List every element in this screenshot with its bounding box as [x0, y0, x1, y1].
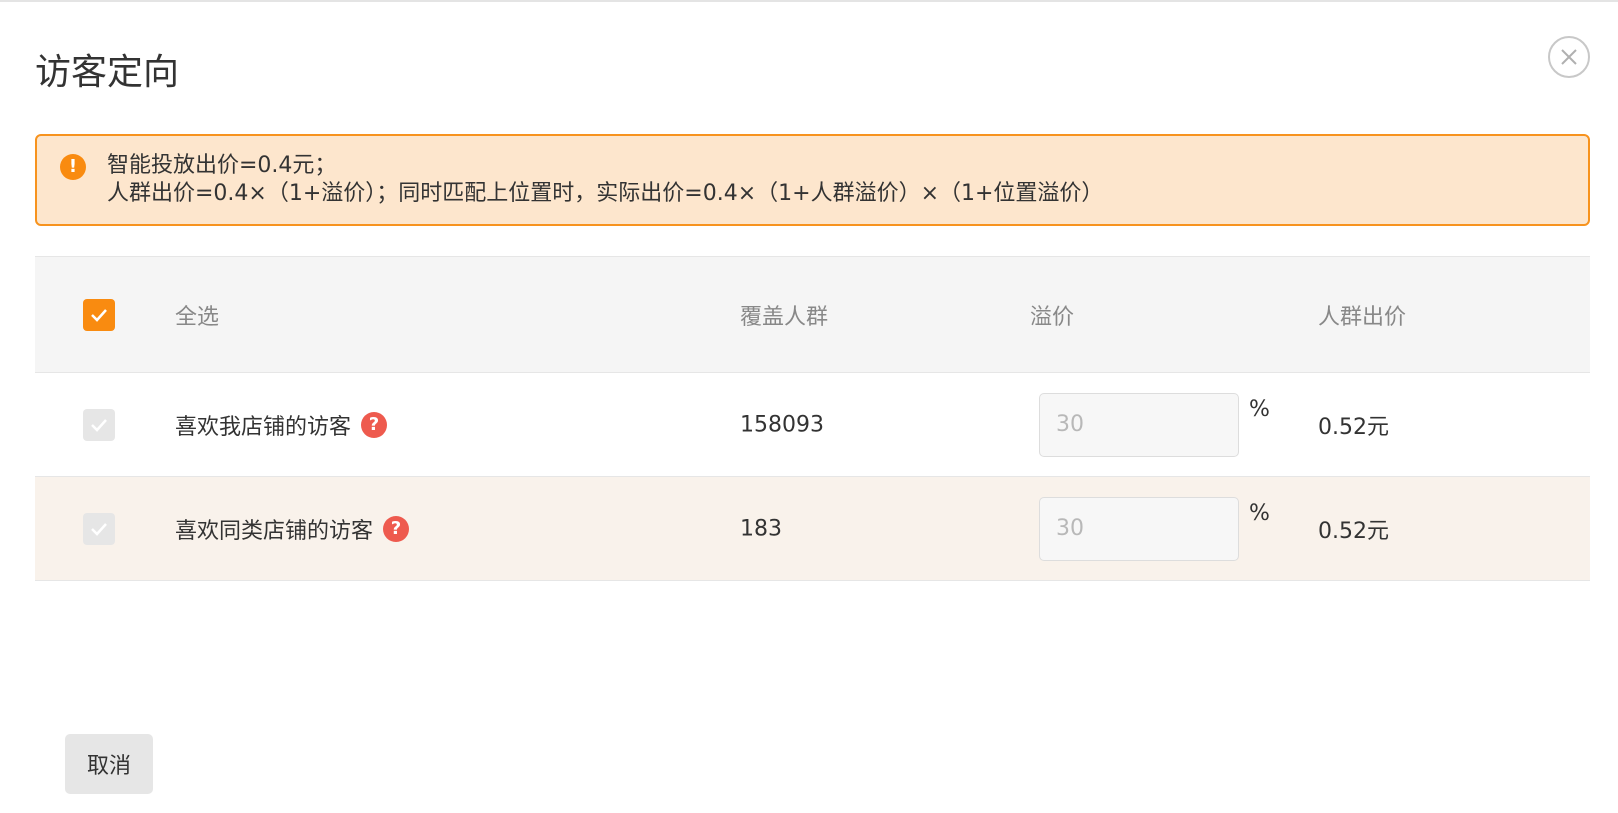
- select-all-label: 全选: [175, 304, 220, 330]
- audience-bid: 0.52元: [1318, 518, 1389, 544]
- table-header: 全选 覆盖人群 溢价 人群出价: [35, 256, 1590, 373]
- check-icon: [91, 308, 107, 322]
- column-header-bid: 人群出价: [1318, 304, 1407, 330]
- check-icon: [91, 522, 107, 536]
- dialog-title: 访客定向: [35, 52, 180, 93]
- premium-field: %: [1039, 496, 1270, 561]
- audience-cover: 183: [740, 516, 782, 541]
- audience-table: 全选 覆盖人群 溢价 人群出价 喜欢我店铺的访客 ? 158093 % 0.52…: [35, 256, 1590, 581]
- premium-field: %: [1039, 392, 1270, 457]
- row-checkbox[interactable]: [83, 408, 115, 441]
- help-icon[interactable]: ?: [383, 515, 410, 542]
- bid-notice-banner: ! 智能投放出价=0.4元； 人群出价=0.4×（1+溢价）；同时匹配上位置时，…: [35, 134, 1590, 226]
- column-header-premium: 溢价: [1030, 304, 1075, 330]
- cancel-button[interactable]: 取消: [65, 734, 153, 794]
- select-all-checkbox[interactable]: [83, 298, 115, 331]
- audience-name: 喜欢同类店铺的访客 ?: [175, 513, 410, 545]
- table-row: 喜欢同类店铺的访客 ? 183 % 0.52元: [35, 477, 1590, 581]
- row-checkbox[interactable]: [83, 512, 115, 545]
- audience-name-text: 喜欢我店铺的访客: [175, 414, 352, 440]
- premium-unit: %: [1249, 396, 1270, 422]
- audience-name-text: 喜欢同类店铺的访客: [175, 518, 374, 544]
- table-row: 喜欢我店铺的访客 ? 158093 % 0.52元: [35, 373, 1590, 477]
- visitor-targeting-dialog: 访客定向 ! 智能投放出价=0.4元； 人群出价=0.4×（1+溢价）；同时匹配…: [0, 0, 1618, 813]
- close-icon: [1561, 49, 1577, 65]
- audience-name: 喜欢我店铺的访客 ?: [175, 409, 388, 441]
- premium-unit: %: [1249, 500, 1270, 526]
- audience-bid: 0.52元: [1318, 414, 1389, 440]
- column-header-cover: 覆盖人群: [740, 304, 829, 330]
- check-icon: [91, 418, 107, 432]
- premium-input[interactable]: [1039, 392, 1239, 457]
- close-button[interactable]: [1548, 36, 1590, 78]
- warning-icon: !: [60, 154, 86, 180]
- notice-line-2: 人群出价=0.4×（1+溢价）；同时匹配上位置时，实际出价=0.4×（1+人群溢…: [107, 181, 1104, 206]
- help-icon[interactable]: ?: [361, 411, 388, 438]
- notice-text: 智能投放出价=0.4元； 人群出价=0.4×（1+溢价）；同时匹配上位置时，实际…: [107, 152, 1103, 208]
- notice-line-1: 智能投放出价=0.4元；: [107, 153, 337, 178]
- premium-input[interactable]: [1039, 496, 1239, 561]
- audience-cover: 158093: [740, 412, 824, 437]
